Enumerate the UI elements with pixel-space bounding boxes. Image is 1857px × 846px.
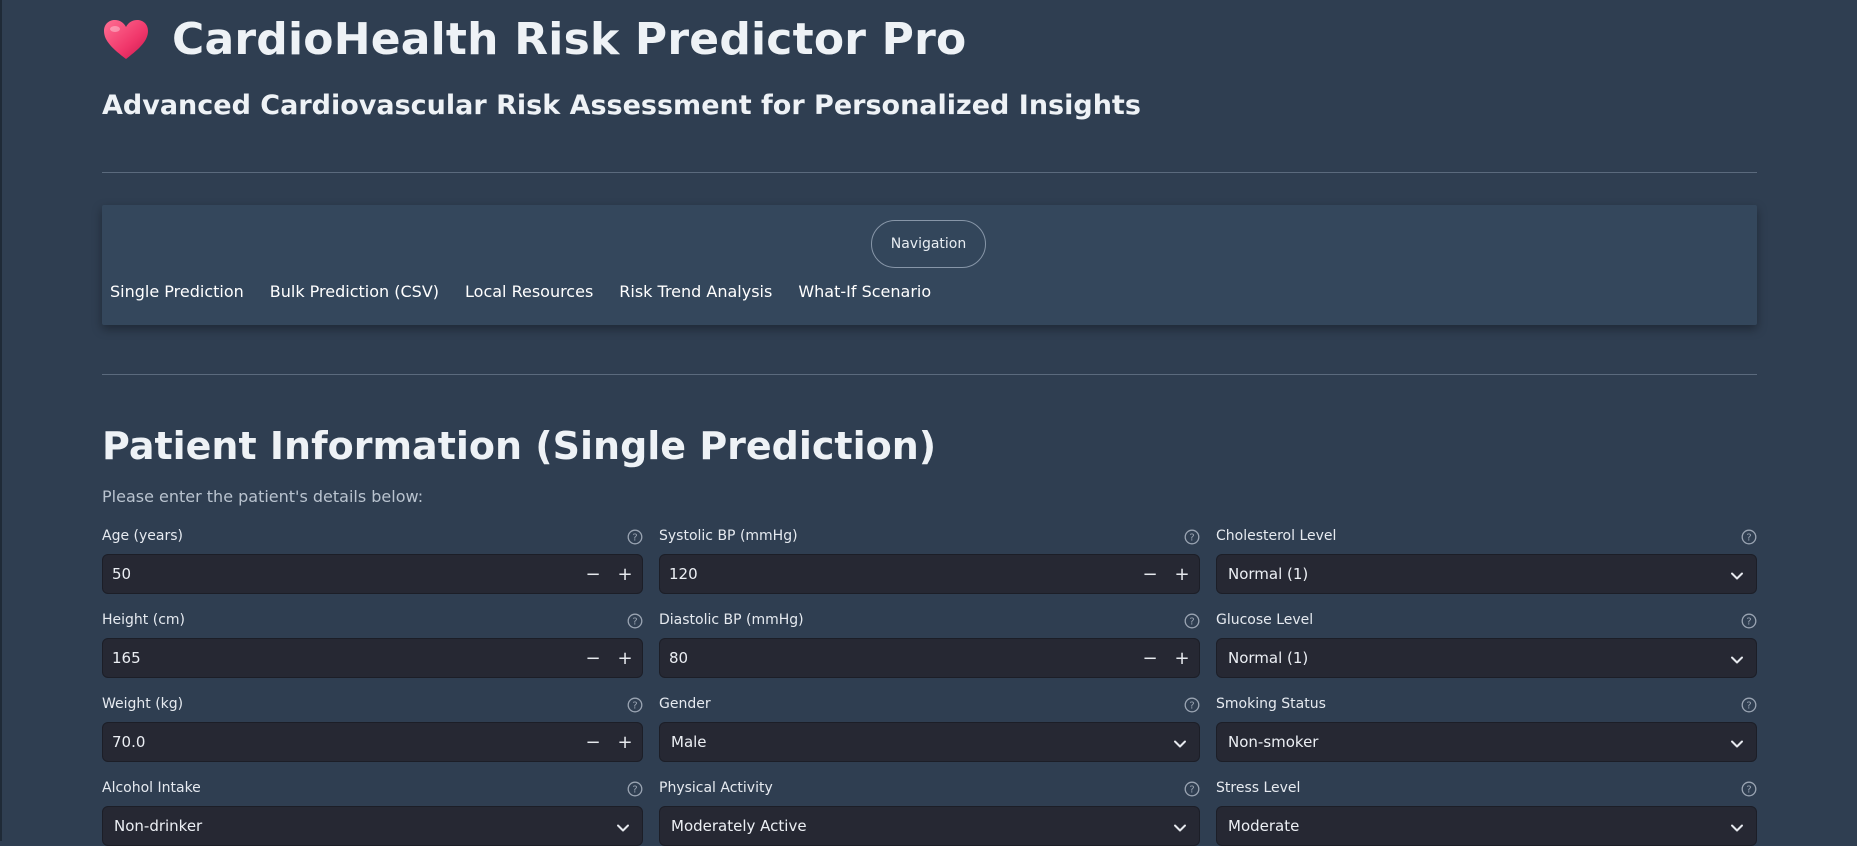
increment-button[interactable]: + xyxy=(1171,647,1193,669)
svg-text:?: ? xyxy=(1746,785,1751,796)
svg-text:?: ? xyxy=(1189,701,1194,712)
glucose-label: Glucose Level xyxy=(1216,612,1314,628)
chevron-down-icon xyxy=(1730,820,1744,834)
svg-text:?: ? xyxy=(632,533,637,544)
svg-text:?: ? xyxy=(1189,533,1194,544)
increment-button[interactable]: + xyxy=(1171,563,1193,585)
header-divider xyxy=(102,172,1757,173)
systolic-label: Systolic BP (mmHg) xyxy=(659,528,798,544)
stress-value: Moderate xyxy=(1228,817,1300,835)
help-icon[interactable]: ? xyxy=(627,781,643,797)
section-title: Patient Information (Single Prediction) xyxy=(102,424,937,468)
svg-text:?: ? xyxy=(1189,617,1194,628)
decrement-button[interactable]: − xyxy=(1139,647,1161,669)
chevron-down-icon xyxy=(1730,736,1744,750)
diastolic-input[interactable]: 80 − + xyxy=(659,638,1200,678)
cholesterol-select[interactable]: Normal (1) xyxy=(1216,554,1757,594)
alcohol-label: Alcohol Intake xyxy=(102,780,201,796)
age-input[interactable]: 50 − + xyxy=(102,554,643,594)
decrement-button[interactable]: − xyxy=(582,731,604,753)
app-subtitle: Advanced Cardiovascular Risk Assessment … xyxy=(102,90,1141,121)
section-description: Please enter the patient's details below… xyxy=(102,487,424,506)
smoking-select[interactable]: Non-smoker xyxy=(1216,722,1757,762)
activity-label: Physical Activity xyxy=(659,780,773,796)
weight-value: 70.0 xyxy=(112,733,146,751)
weight-input[interactable]: 70.0 − + xyxy=(102,722,643,762)
nav-item-what-if-scenario[interactable]: What-If Scenario xyxy=(798,282,931,301)
chevron-down-icon xyxy=(1173,736,1187,750)
heart-icon xyxy=(102,16,150,64)
help-icon[interactable]: ? xyxy=(1741,781,1757,797)
help-icon[interactable]: ? xyxy=(627,697,643,713)
help-icon[interactable]: ? xyxy=(627,529,643,545)
chevron-down-icon xyxy=(1730,652,1744,666)
nav-item-bulk-prediction[interactable]: Bulk Prediction (CSV) xyxy=(270,282,439,301)
help-icon[interactable]: ? xyxy=(1741,529,1757,545)
nav-item-single-prediction[interactable]: Single Prediction xyxy=(110,282,244,301)
chevron-down-icon xyxy=(616,820,630,834)
activity-value: Moderately Active xyxy=(671,817,807,835)
cholesterol-label: Cholesterol Level xyxy=(1216,528,1337,544)
gender-label: Gender xyxy=(659,696,711,712)
help-icon[interactable]: ? xyxy=(1741,697,1757,713)
height-input[interactable]: 165 − + xyxy=(102,638,643,678)
gender-value: Male xyxy=(671,733,707,751)
increment-button[interactable]: + xyxy=(614,731,636,753)
decrement-button[interactable]: − xyxy=(582,647,604,669)
help-icon[interactable]: ? xyxy=(1184,613,1200,629)
decrement-button[interactable]: − xyxy=(1139,563,1161,585)
help-icon[interactable]: ? xyxy=(627,613,643,629)
svg-text:?: ? xyxy=(1746,617,1751,628)
weight-label: Weight (kg) xyxy=(102,696,184,712)
systolic-input[interactable]: 120 − + xyxy=(659,554,1200,594)
window-edge xyxy=(0,0,2,841)
glucose-select[interactable]: Normal (1) xyxy=(1216,638,1757,678)
stress-label: Stress Level xyxy=(1216,780,1301,796)
age-label: Age (years) xyxy=(102,528,183,544)
decrement-button[interactable]: − xyxy=(582,563,604,585)
chevron-down-icon xyxy=(1173,820,1187,834)
svg-text:?: ? xyxy=(632,785,637,796)
glucose-value: Normal (1) xyxy=(1228,649,1309,667)
navigation-pill[interactable]: Navigation xyxy=(871,220,986,268)
svg-text:?: ? xyxy=(1746,533,1751,544)
smoking-label: Smoking Status xyxy=(1216,696,1326,712)
increment-button[interactable]: + xyxy=(614,563,636,585)
svg-text:?: ? xyxy=(632,617,637,628)
nav-item-local-resources[interactable]: Local Resources xyxy=(465,282,593,301)
age-value: 50 xyxy=(112,565,132,583)
height-label: Height (cm) xyxy=(102,612,185,628)
navigation-menu: Single Prediction Bulk Prediction (CSV) … xyxy=(110,282,957,301)
diastolic-value: 80 xyxy=(669,649,689,667)
app-header: CardioHealth Risk Predictor Pro xyxy=(102,14,966,65)
cholesterol-value: Normal (1) xyxy=(1228,565,1309,583)
nav-divider xyxy=(102,374,1757,375)
stress-select[interactable]: Moderate xyxy=(1216,806,1757,846)
help-icon[interactable]: ? xyxy=(1184,781,1200,797)
help-icon[interactable]: ? xyxy=(1741,613,1757,629)
svg-text:?: ? xyxy=(1189,785,1194,796)
increment-button[interactable]: + xyxy=(614,647,636,669)
alcohol-select[interactable]: Non-drinker xyxy=(102,806,643,846)
height-value: 165 xyxy=(112,649,141,667)
nav-item-risk-trend-analysis[interactable]: Risk Trend Analysis xyxy=(619,282,772,301)
help-icon[interactable]: ? xyxy=(1184,529,1200,545)
svg-text:?: ? xyxy=(632,701,637,712)
activity-select[interactable]: Moderately Active xyxy=(659,806,1200,846)
svg-text:?: ? xyxy=(1746,701,1751,712)
alcohol-value: Non-drinker xyxy=(114,817,203,835)
help-icon[interactable]: ? xyxy=(1184,697,1200,713)
diastolic-label: Diastolic BP (mmHg) xyxy=(659,612,804,628)
gender-select[interactable]: Male xyxy=(659,722,1200,762)
smoking-value: Non-smoker xyxy=(1228,733,1319,751)
navigation-panel: Navigation Single Prediction Bulk Predic… xyxy=(102,205,1757,325)
app-title: CardioHealth Risk Predictor Pro xyxy=(172,14,967,65)
systolic-value: 120 xyxy=(669,565,698,583)
chevron-down-icon xyxy=(1730,568,1744,582)
